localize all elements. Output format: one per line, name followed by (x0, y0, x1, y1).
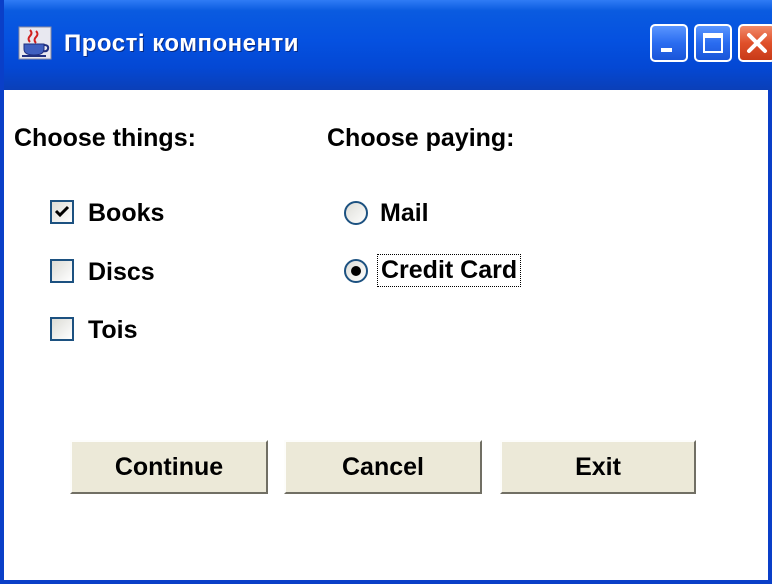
close-icon (747, 33, 767, 53)
mail-radio[interactable] (343, 200, 369, 226)
minimize-icon (661, 48, 672, 52)
mail-label[interactable]: Mail (380, 199, 429, 228)
java-cup-icon (18, 26, 52, 60)
continue-button[interactable]: Continue (70, 440, 268, 494)
title-bar[interactable]: Прості компоненти (4, 0, 772, 90)
books-label[interactable]: Books (88, 199, 164, 228)
choose-paying-heading: Choose paying: (327, 124, 515, 152)
maximize-button[interactable] (694, 24, 732, 62)
credit-card-radio[interactable] (343, 258, 369, 284)
cancel-button[interactable]: Cancel (284, 440, 482, 494)
minimize-button[interactable] (650, 24, 688, 62)
radio-dot-icon (351, 266, 361, 276)
tois-label[interactable]: Tois (88, 316, 138, 345)
app-window: Прості компоненти Choose things: Choose … (0, 0, 772, 584)
maximize-icon (703, 33, 723, 53)
checkmark-icon (54, 205, 70, 218)
discs-label[interactable]: Discs (88, 258, 155, 287)
tois-checkbox[interactable] (50, 317, 74, 341)
exit-button[interactable]: Exit (500, 440, 696, 494)
discs-checkbox[interactable] (50, 259, 74, 283)
credit-card-label[interactable]: Credit Card (377, 254, 522, 287)
close-button[interactable] (738, 24, 772, 62)
window-title: Прості компоненти (64, 30, 299, 57)
books-checkbox[interactable] (50, 200, 74, 224)
choose-things-heading: Choose things: (14, 124, 196, 152)
